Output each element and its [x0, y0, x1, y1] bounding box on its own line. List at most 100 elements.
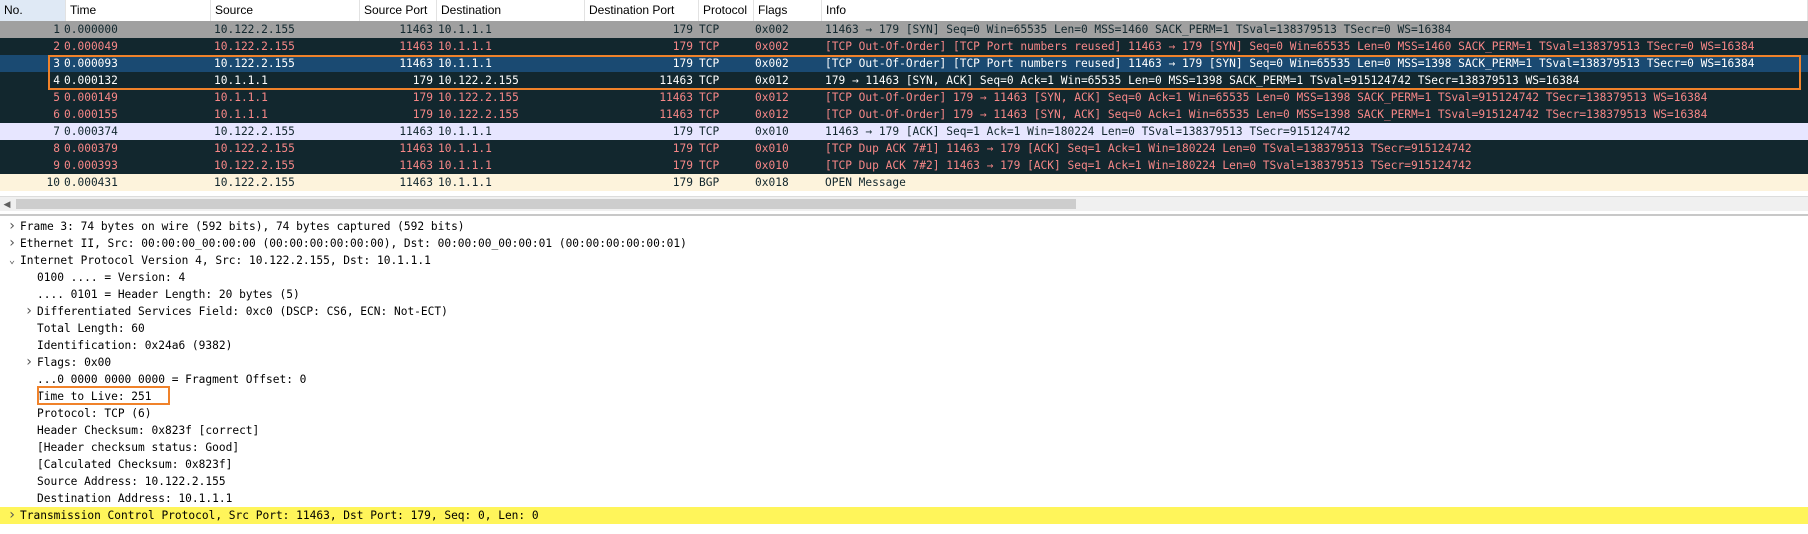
detail-tree-item[interactable]: ⌄ Internet Protocol Version 4, Src: 10.12… — [0, 252, 1808, 269]
packet-row[interactable]: 6 0.000155 10.1.1.1 179 10.122.2.155 11463 TCP… — [0, 106, 1808, 123]
packet-proto: TCP — [699, 91, 720, 104]
packet-time: 0.000149 — [64, 91, 118, 104]
packet-row[interactable]: 5 0.000149 10.1.1.1 179 10.122.2.155 11463 TCP… — [0, 89, 1808, 106]
packet-src: 10.122.2.155 — [214, 142, 295, 155]
detail-tree-text: Protocol: TCP (6) — [37, 407, 152, 420]
detail-tree-item[interactable]: Identification: 0x24a6 (9382) — [0, 337, 1808, 354]
packet-sport: 11463 — [399, 176, 433, 189]
detail-tree-item[interactable]: [Calculated Checksum: 0x823f] — [0, 456, 1808, 473]
packet-dport: 179 — [672, 23, 693, 36]
column-header-source-port[interactable]: Source Port — [360, 0, 437, 21]
packet-sport: 11463 — [399, 142, 433, 155]
detail-tree-item[interactable]: › Frame 3: 74 bytes on wire (592 bits), 7… — [0, 218, 1808, 235]
chevron-right-icon[interactable]: › — [23, 303, 35, 320]
packet-time: 0.000379 — [64, 142, 118, 155]
column-header-destination[interactable]: Destination — [437, 0, 585, 21]
packet-flags: 0x012 — [755, 108, 789, 121]
detail-tree-item[interactable]: Destination Address: 10.1.1.1 — [0, 490, 1808, 507]
packet-src: 10.122.2.155 — [214, 40, 295, 53]
packet-dport: 11463 — [659, 91, 693, 104]
packet-time: 0.000155 — [64, 108, 118, 121]
packet-dport: 11463 — [659, 108, 693, 121]
packet-time: 0.000431 — [64, 176, 118, 189]
packet-dst: 10.1.1.1 — [438, 40, 492, 53]
detail-tree-item[interactable]: Header Checksum: 0x823f [correct] — [0, 422, 1808, 439]
detail-tree-text: Flags: 0x00 — [37, 356, 112, 369]
detail-tree-item[interactable]: [Header checksum status: Good] — [0, 439, 1808, 456]
packet-sport: 11463 — [399, 125, 433, 138]
detail-tree-item[interactable]: Source Address: 10.122.2.155 — [0, 473, 1808, 490]
detail-tree-item[interactable]: Time to Live: 251 — [0, 388, 1808, 405]
column-header-destination-port[interactable]: Destination Port — [585, 0, 699, 21]
packet-row[interactable]: 2 0.000049 10.122.2.155 11463 10.1.1.1 179 TCP… — [0, 38, 1808, 55]
packet-row[interactable]: 7 0.000374 10.122.2.155 11463 10.1.1.1 179 TCP… — [0, 123, 1808, 140]
packet-sport: 11463 — [399, 40, 433, 53]
packet-src: 10.1.1.1 — [214, 108, 268, 121]
packet-src: 10.1.1.1 — [214, 91, 268, 104]
packet-proto: TCP — [699, 125, 720, 138]
packet-flags: 0x012 — [755, 91, 789, 104]
column-header-time[interactable]: Time — [66, 0, 211, 21]
packet-dst: 10.1.1.1 — [438, 125, 492, 138]
detail-tree-text: Differentiated Services Field: 0xc0 (DSC… — [37, 305, 448, 318]
packet-row[interactable]: 10 0.000431 10.122.2.155 11463 10.1.1.1 179 BG… — [0, 174, 1808, 191]
packet-row[interactable]: 8 0.000379 10.122.2.155 11463 10.1.1.1 179 TCP… — [0, 140, 1808, 157]
chevron-right-icon[interactable]: › — [6, 218, 18, 235]
detail-tree-text: Destination Address: 10.1.1.1 — [37, 492, 233, 505]
detail-tree-text: .... 0101 = Header Length: 20 bytes (5) — [37, 288, 300, 301]
detail-tree-item[interactable]: › Ethernet II, Src: 00:00:00_00:00:00 (00… — [0, 235, 1808, 252]
packet-flags: 0x010 — [755, 159, 789, 172]
detail-tree-text: Source Address: 10.122.2.155 — [37, 475, 226, 488]
packet-info: [TCP Out-Of-Order] [TCP Port numbers reu… — [825, 40, 1755, 53]
detail-tree-item[interactable]: › Flags: 0x00 — [0, 354, 1808, 371]
detail-tree-text: Identification: 0x24a6 (9382) — [37, 339, 233, 352]
packet-details-tree: › Frame 3: 74 bytes on wire (592 bits), 7… — [0, 218, 1808, 524]
packet-dport: 179 — [672, 159, 693, 172]
column-header-info[interactable]: Info — [822, 0, 1808, 21]
column-header-no[interactable]: No. — [0, 0, 66, 21]
packet-proto: TCP — [699, 142, 720, 155]
packet-sport: 11463 — [399, 23, 433, 36]
chevron-down-icon[interactable]: ⌄ — [6, 252, 18, 269]
packet-time: 0.000393 — [64, 159, 118, 172]
detail-tree-item[interactable]: .... 0101 = Header Length: 20 bytes (5) — [0, 286, 1808, 303]
pane-divider[interactable] — [0, 214, 1808, 216]
detail-tree-item[interactable]: Total Length: 60 — [0, 320, 1808, 337]
packet-dst: 10.1.1.1 — [438, 23, 492, 36]
packet-no: 5 — [53, 91, 60, 104]
packet-src: 10.122.2.155 — [214, 125, 295, 138]
chevron-right-icon[interactable]: › — [23, 354, 35, 371]
packet-info: 11463 → 179 [ACK] Seq=1 Ack=1 Win=180224… — [825, 125, 1351, 138]
detail-tree-item[interactable]: 0100 .... = Version: 4 — [0, 269, 1808, 286]
horizontal-scrollbar[interactable]: ◀ — [0, 196, 1808, 211]
chevron-right-icon[interactable]: › — [6, 235, 18, 252]
packet-no: 7 — [53, 125, 60, 138]
packet-dport: 179 — [672, 142, 693, 155]
detail-tree-item[interactable]: Protocol: TCP (6) — [0, 405, 1808, 422]
packet-dport: 179 — [672, 40, 693, 53]
packet-flags: 0x010 — [755, 125, 789, 138]
packet-dst: 10.122.2.155 — [438, 108, 519, 121]
packet-proto: TCP — [699, 108, 720, 121]
column-header-source[interactable]: Source — [211, 0, 360, 21]
packet-row[interactable]: 9 0.000393 10.122.2.155 11463 10.1.1.1 179 TCP… — [0, 157, 1808, 174]
packet-src: 10.122.2.155 — [214, 23, 295, 36]
scrollbar-thumb[interactable] — [16, 199, 1076, 209]
packet-no: 2 — [53, 40, 60, 53]
packet-proto: BGP — [699, 176, 720, 189]
packet-dport: 179 — [672, 125, 693, 138]
detail-tree-text: Total Length: 60 — [37, 322, 145, 335]
detail-tree-text: Ethernet II, Src: 00:00:00_00:00:00 (00:… — [20, 237, 687, 250]
packet-row[interactable]: 1 0.000000 10.122.2.155 11463 10.1.1.1 179 TCP… — [0, 21, 1808, 38]
packet-sport: 179 — [412, 108, 433, 121]
column-header-protocol[interactable]: Protocol — [699, 0, 754, 21]
detail-tree-item[interactable]: › Differentiated Services Field: 0xc0 (DS… — [0, 303, 1808, 320]
packet-info: 11463 → 179 [SYN] Seq=0 Win=65535 Len=0 … — [825, 23, 1452, 36]
detail-tree-item[interactable]: › Transmission Control Protocol, Src Port… — [0, 507, 1808, 524]
detail-tree-item[interactable]: ...0 0000 0000 0000 = Fragment Offset: 0 — [0, 371, 1808, 388]
ttl-highlight-box — [37, 386, 170, 405]
chevron-right-icon[interactable]: › — [6, 507, 18, 524]
packet-list: 1 0.000000 10.122.2.155 11463 10.1.1.1 179 TCP… — [0, 21, 1808, 191]
arrow-left-icon[interactable]: ◀ — [0, 197, 14, 211]
column-header-flags[interactable]: Flags — [754, 0, 822, 21]
